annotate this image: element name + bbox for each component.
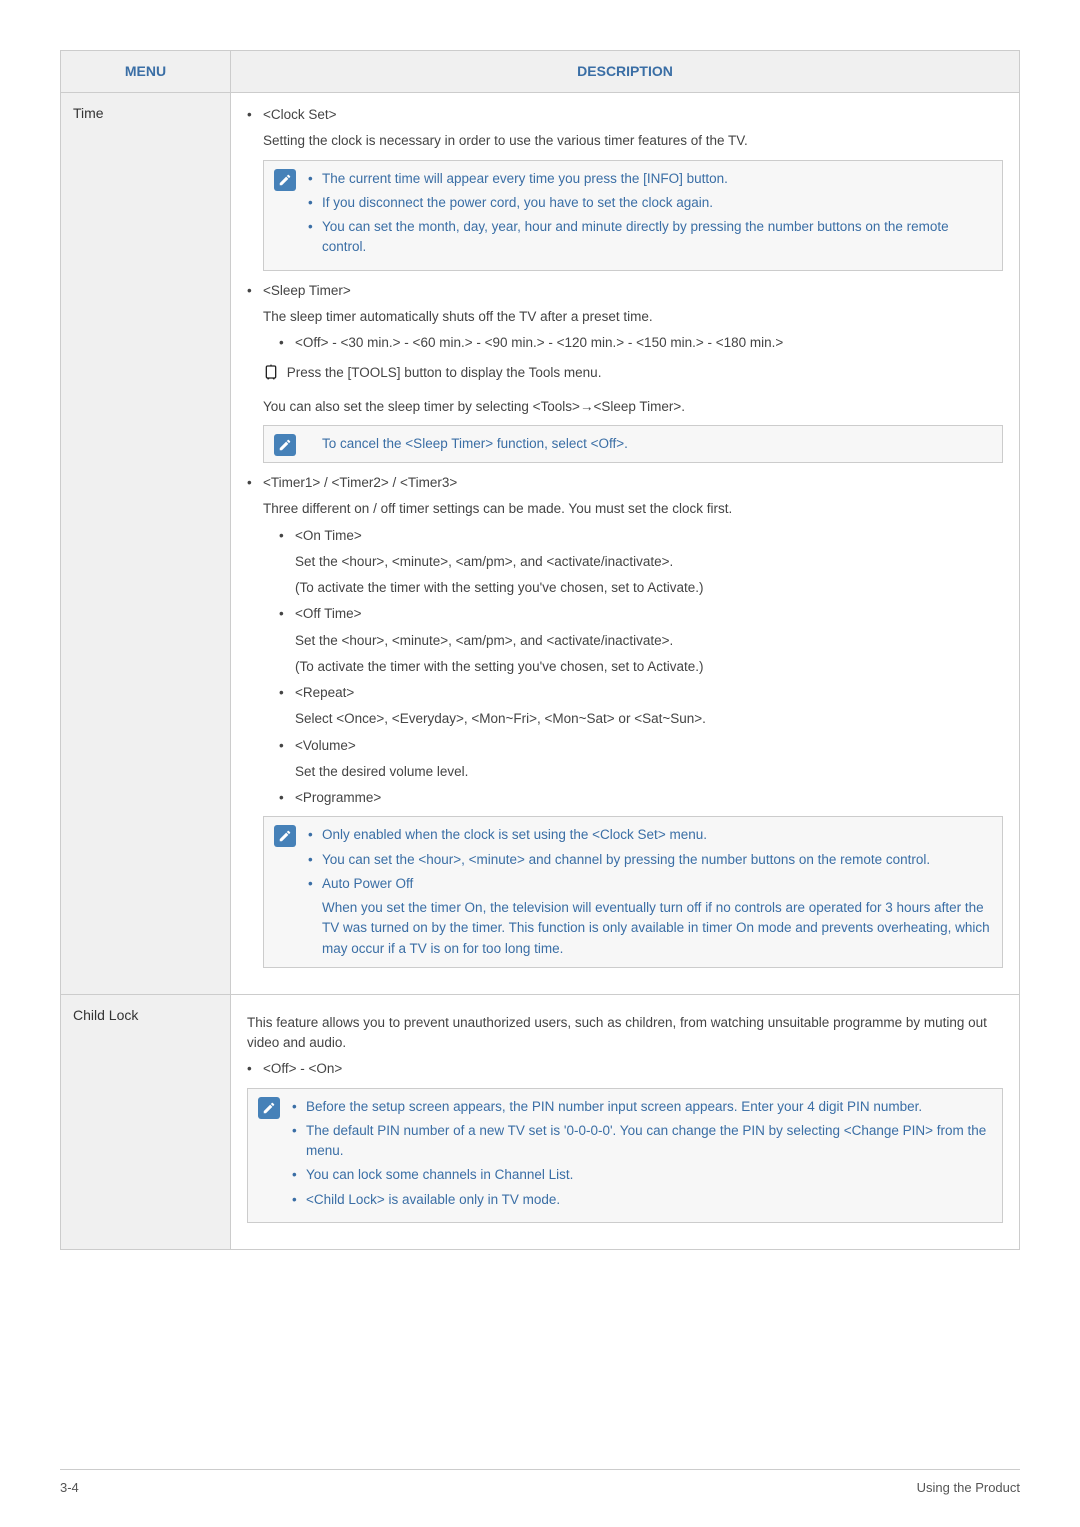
header-description: DESCRIPTION bbox=[231, 51, 1020, 93]
note-timer: Only enabled when the clock is set using… bbox=[263, 816, 1003, 968]
tools-text: Press the [TOOLS] button to display the … bbox=[287, 365, 602, 380]
sleep-timer-title: <Sleep Timer> bbox=[263, 283, 351, 298]
off-time-desc2: (To activate the timer with the setting … bbox=[295, 657, 1003, 677]
note-icon bbox=[274, 434, 296, 456]
clock-note-2: If you disconnect the power cord, you ha… bbox=[308, 193, 990, 213]
note-icon bbox=[274, 825, 296, 847]
repeat-title: <Repeat> bbox=[295, 685, 354, 700]
volume-title: <Volume> bbox=[295, 738, 356, 753]
tools-line: Press the [TOOLS] button to display the … bbox=[263, 363, 1003, 386]
cl-intro: This feature allows you to prevent unaut… bbox=[247, 1013, 1003, 1054]
row-time: Time <Clock Set> Setting the clock is ne… bbox=[61, 93, 1020, 995]
note-child-lock: Before the setup screen appears, the PIN… bbox=[247, 1088, 1003, 1223]
clock-note-1: The current time will appear every time … bbox=[308, 169, 990, 189]
cl-note-2: The default PIN number of a new TV set i… bbox=[292, 1121, 990, 1162]
desc-time: <Clock Set> Setting the clock is necessa… bbox=[231, 93, 1020, 995]
desc-child-lock: This feature allows you to prevent unaut… bbox=[231, 994, 1020, 1249]
cl-options: <Off> - <On> bbox=[247, 1059, 1003, 1079]
menu-time: Time bbox=[61, 93, 231, 995]
row-child-lock: Child Lock This feature allows you to pr… bbox=[61, 994, 1020, 1249]
timer-note-1: Only enabled when the clock is set using… bbox=[308, 825, 990, 845]
on-time-title: <On Time> bbox=[295, 528, 362, 543]
clock-set-title: <Clock Set> bbox=[263, 107, 337, 122]
off-time-title: <Off Time> bbox=[295, 606, 362, 621]
footer-left: 3-4 bbox=[60, 1478, 79, 1498]
page-footer: 3-4 Using the Product bbox=[60, 1469, 1020, 1498]
programme-title: <Programme> bbox=[295, 790, 381, 805]
on-time-desc2: (To activate the timer with the setting … bbox=[295, 578, 1003, 598]
timer-note-2: You can set the <hour>, <minute> and cha… bbox=[308, 850, 990, 870]
volume-desc: Set the desired volume level. bbox=[295, 762, 1003, 782]
timer-note-follow: When you set the timer On, the televisio… bbox=[322, 898, 990, 959]
menu-child-lock: Child Lock bbox=[61, 994, 231, 1249]
clock-note-3: You can set the month, day, year, hour a… bbox=[308, 217, 990, 258]
tools-also: You can also set the sleep timer by sele… bbox=[263, 397, 1003, 417]
note-icon bbox=[258, 1097, 280, 1119]
tools-icon bbox=[263, 364, 279, 386]
menu-description-table: MENU DESCRIPTION Time <Clock Set> Settin… bbox=[60, 50, 1020, 1250]
off-time-desc1: Set the <hour>, <minute>, <am/pm>, and <… bbox=[295, 631, 1003, 651]
on-time-desc1: Set the <hour>, <minute>, <am/pm>, and <… bbox=[295, 552, 1003, 572]
footer-right: Using the Product bbox=[917, 1478, 1020, 1498]
timer-note-3: Auto Power Off bbox=[308, 874, 990, 894]
note-sleep: To cancel the <Sleep Timer> function, se… bbox=[263, 425, 1003, 463]
sleep-note: To cancel the <Sleep Timer> function, se… bbox=[308, 434, 990, 454]
note-clock: The current time will appear every time … bbox=[263, 160, 1003, 271]
sleep-desc: The sleep timer automatically shuts off … bbox=[263, 307, 1003, 327]
cl-note-4: <Child Lock> is available only in TV mod… bbox=[292, 1190, 990, 1210]
clock-set-desc: Setting the clock is necessary in order … bbox=[263, 131, 1003, 151]
sleep-options: <Off> - <30 min.> - <60 min.> - <90 min.… bbox=[279, 333, 1003, 353]
repeat-desc: Select <Once>, <Everyday>, <Mon~Fri>, <M… bbox=[295, 709, 1003, 729]
note-icon bbox=[274, 169, 296, 191]
cl-note-3: You can lock some channels in Channel Li… bbox=[292, 1165, 990, 1185]
cl-note-1: Before the setup screen appears, the PIN… bbox=[292, 1097, 990, 1117]
timer-desc: Three different on / off timer settings … bbox=[263, 499, 1003, 519]
header-menu: MENU bbox=[61, 51, 231, 93]
timer-title: <Timer1> / <Timer2> / <Timer3> bbox=[263, 475, 457, 490]
